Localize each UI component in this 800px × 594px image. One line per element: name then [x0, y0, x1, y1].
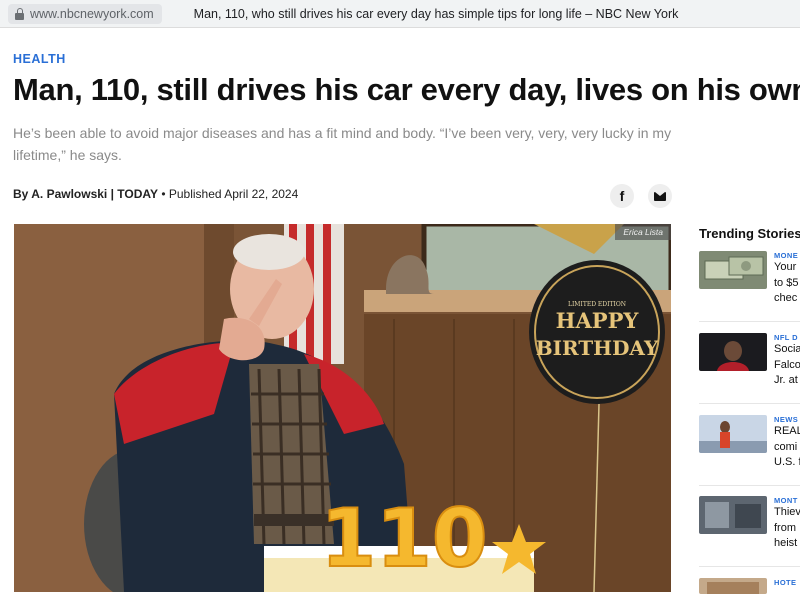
- trending-headline-line[interactable]: Falco: [774, 358, 800, 374]
- trending-thumbnail[interactable]: [699, 578, 767, 594]
- trending-category: MONE: [774, 251, 799, 260]
- divider: [699, 321, 800, 322]
- trending-headline-line[interactable]: chec: [774, 291, 800, 307]
- trending-stories-heading: Trending Stories: [699, 226, 800, 241]
- cake-number-topper: 110: [321, 492, 488, 585]
- url-text[interactable]: www.nbcnewyork.com: [30, 7, 154, 21]
- trending-item-4[interactable]: MONT Thiev from heist: [699, 496, 800, 566]
- trending-headline-line[interactable]: to $5: [774, 276, 800, 292]
- hero-photo: LIMITED EDITION HAPPY BIRTHDAY 110 Erica…: [14, 224, 671, 592]
- trending-headline-line[interactable]: comi: [774, 440, 800, 456]
- section-label-health[interactable]: HEALTH: [13, 52, 66, 66]
- trending-thumbnail[interactable]: [699, 415, 767, 453]
- trending-headline-line[interactable]: Jr. at: [774, 373, 800, 389]
- address-bar[interactable]: www.nbcnewyork.com: [8, 3, 162, 24]
- trending-category: NEWS: [774, 415, 799, 424]
- byline-published-date: • Published April 22, 2024: [161, 187, 299, 201]
- lock-icon[interactable]: [14, 7, 25, 20]
- divider: [699, 403, 800, 404]
- article-dek: He’s been able to avoid major diseases a…: [13, 125, 672, 163]
- balloon-text-happy: HAPPY: [556, 308, 640, 333]
- trending-category: NFL D: [774, 333, 798, 342]
- byline-author[interactable]: By A. Pawlowski | TODAY: [13, 187, 158, 201]
- trending-thumbnail[interactable]: [699, 251, 767, 289]
- balloon-text-birthday: BIRTHDAY: [536, 336, 659, 360]
- trending-category: MONT: [774, 496, 798, 505]
- email-icon: [654, 191, 666, 201]
- page-tab-title: Man, 110, who still drives his car every…: [193, 6, 679, 21]
- email-share-button[interactable]: [648, 184, 672, 208]
- trending-thumbnail[interactable]: [699, 496, 767, 534]
- trending-item-1[interactable]: MONE Your to $5 chec: [699, 251, 800, 321]
- trending-thumbnail[interactable]: [699, 333, 767, 371]
- photo-credit: Erica Lista: [615, 224, 671, 240]
- facebook-share-button[interactable]: f: [610, 184, 634, 208]
- trending-headline-line[interactable]: Thiev: [774, 505, 800, 521]
- trending-headline-line[interactable]: from: [774, 521, 800, 537]
- browser-toolbar: www.nbcnewyork.com Man, 110, who still d…: [0, 0, 800, 28]
- balloon-small-text: LIMITED EDITION: [568, 301, 626, 308]
- trending-item-3[interactable]: NEWS REAL comi U.S. f: [699, 415, 800, 485]
- byline: By A. Pawlowski | TODAY • Published Apri…: [13, 187, 298, 201]
- divider: [699, 566, 800, 567]
- trending-headline-line[interactable]: Your: [774, 260, 800, 276]
- trending-item-5[interactable]: HOTE: [699, 578, 800, 594]
- trending-item-2[interactable]: NFL D Socia Falco Jr. at: [699, 333, 800, 403]
- facebook-icon: f: [619, 188, 625, 204]
- trending-headline-line[interactable]: Socia: [774, 342, 800, 358]
- trending-headline-line[interactable]: heist: [774, 536, 800, 552]
- trending-headline-line[interactable]: REAL: [774, 424, 800, 440]
- article-headline: Man, 110, still drives his car every day…: [13, 72, 800, 107]
- divider: [699, 485, 800, 486]
- trending-category: HOTE: [774, 578, 797, 587]
- trending-headline-line[interactable]: U.S. f: [774, 455, 800, 471]
- hero-photo-illustration: LIMITED EDITION HAPPY BIRTHDAY 110: [14, 224, 671, 592]
